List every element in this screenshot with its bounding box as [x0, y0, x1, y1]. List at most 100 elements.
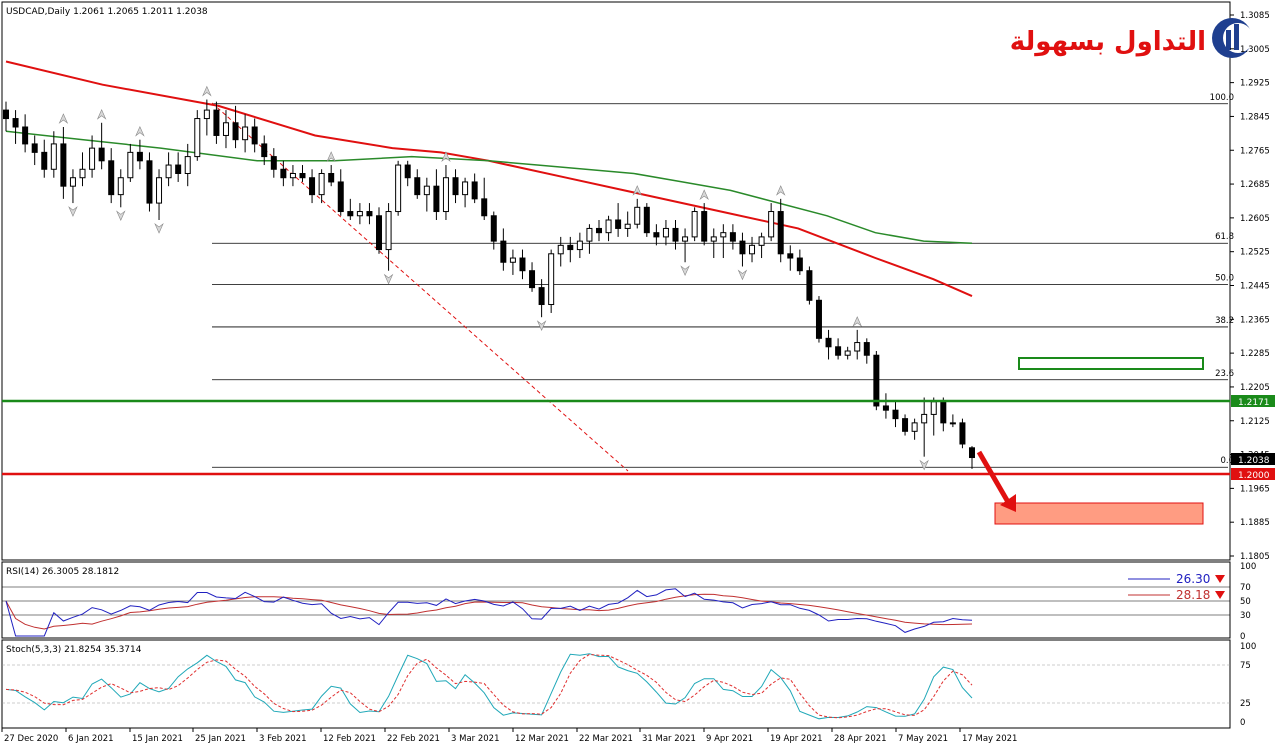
- candle: [146, 152, 153, 212]
- candle: [777, 198, 784, 263]
- candle: [108, 148, 115, 204]
- candle: [347, 198, 354, 220]
- candle: [940, 397, 947, 432]
- price-tick-label: 1.2525: [1240, 248, 1270, 258]
- red-level-label: 1.2000: [1238, 471, 1270, 481]
- candle: [749, 236, 756, 263]
- candle: [653, 224, 660, 246]
- rsi-tick-label: 0: [1240, 632, 1245, 642]
- candle: [787, 245, 794, 271]
- price-tick-label: 1.2605: [1240, 214, 1270, 224]
- candle: [385, 203, 392, 271]
- candle: [835, 338, 842, 360]
- date-tick-label: 19 Apr 2021: [770, 734, 823, 744]
- candle: [595, 219, 602, 242]
- candle: [806, 266, 813, 305]
- candle: [701, 203, 708, 246]
- resistance-zone-box: [1018, 357, 1204, 370]
- candle: [768, 203, 775, 242]
- candle: [615, 203, 622, 237]
- candle: [471, 173, 478, 204]
- fractal-down-arrow: [68, 206, 78, 217]
- candle: [222, 110, 229, 149]
- candle: [892, 401, 899, 428]
- price-tick-label: 1.3085: [1240, 11, 1270, 21]
- candle: [442, 165, 449, 220]
- candle: [251, 118, 258, 153]
- candle: [634, 198, 641, 229]
- candle: [328, 165, 335, 187]
- candle: [490, 211, 497, 250]
- date-tick-label: 25 Jan 2021: [195, 734, 246, 744]
- candle: [481, 177, 488, 220]
- price-tick-label: 1.1805: [1240, 552, 1270, 562]
- fractal-down-arrow: [154, 223, 164, 234]
- candle: [902, 414, 909, 436]
- candle: [586, 224, 593, 254]
- candle: [194, 110, 201, 161]
- fractal-up-arrow: [58, 113, 69, 124]
- price-tick-label: 1.2765: [1240, 146, 1270, 156]
- price-tick-label: 1.2285: [1240, 349, 1270, 359]
- candle: [854, 329, 861, 360]
- candle: [921, 397, 928, 457]
- green-level-tag: 1.2171: [1231, 395, 1275, 408]
- candle: [423, 177, 430, 212]
- date-tick-label: 3 Feb 2021: [259, 734, 307, 744]
- date-tick-label: 6 Jan 2021: [68, 734, 114, 744]
- price-tick-label: 1.2445: [1240, 282, 1270, 292]
- candle: [22, 114, 29, 153]
- stoch-axis: 100 75 25 0: [1240, 642, 1256, 728]
- rsi-signal-legend-value: 28.18: [1176, 588, 1210, 602]
- current-price-tag: 1.2038: [1231, 453, 1275, 466]
- candle: [758, 232, 765, 259]
- stoch-title: Stoch(5,3,3) 21.8254 35.3714: [6, 645, 142, 655]
- fib-level-label: 38.2: [1215, 316, 1234, 326]
- rsi-tick-label: 50: [1240, 597, 1251, 607]
- candle: [175, 152, 182, 182]
- date-tick-label: 9 Apr 2021: [706, 734, 753, 744]
- candle: [41, 139, 48, 178]
- stoch-tick-label: 25: [1240, 699, 1251, 709]
- date-tick-label: 15 Jan 2021: [132, 734, 183, 744]
- candle: [557, 236, 564, 267]
- candle: [605, 215, 612, 242]
- rsi-panel-frame: [1, 561, 1231, 639]
- candle: [89, 135, 96, 178]
- candle: [356, 203, 363, 225]
- fractal-down-arrow: [536, 320, 547, 331]
- rsi-tick-label: 100: [1240, 562, 1256, 572]
- candle: [309, 169, 316, 204]
- candle: [433, 169, 440, 220]
- stoch-signal-line: [5, 653, 973, 719]
- date-tick-label: 31 Mar 2021: [642, 734, 696, 744]
- fibonacci-levels: 100.061.850.038.223.60.0: [212, 93, 1234, 468]
- candlesticks: [3, 99, 975, 469]
- candle: [79, 152, 86, 187]
- candle: [12, 110, 19, 144]
- fractal-up-arrow: [202, 85, 212, 97]
- date-tick-label: 22 Mar 2021: [579, 734, 633, 744]
- fib-level-label: 61.8: [1215, 232, 1234, 242]
- price-tick-label: 1.2365: [1240, 315, 1270, 325]
- date-tick-label: 27 Dec 2020: [4, 734, 58, 744]
- candle: [643, 203, 650, 237]
- candle: [337, 169, 344, 216]
- fractal-up-arrow: [96, 109, 107, 120]
- fib-level-label: 23.6: [1215, 369, 1234, 379]
- candle: [796, 249, 803, 275]
- candle: [50, 131, 57, 178]
- stoch-tick-label: 0: [1240, 718, 1245, 728]
- candle: [242, 114, 249, 153]
- chart-header: USDCAD,Daily 1.2061 1.2065 1.2011 1.2038: [6, 7, 208, 17]
- date-tick-label: 17 May 2021: [962, 734, 1017, 744]
- rsi-legend-value: 26.30: [1176, 572, 1210, 586]
- fractal-down-arrow: [116, 210, 126, 222]
- date-tick-label: 22 Feb 2021: [387, 734, 440, 744]
- green-level-label: 1.2171: [1238, 398, 1270, 408]
- fractal-up-arrow: [852, 316, 862, 327]
- rsi-tick-label: 30: [1240, 611, 1251, 621]
- date-tick-label: 12 Feb 2021: [323, 734, 376, 744]
- candle: [969, 446, 975, 469]
- candle: [682, 228, 689, 263]
